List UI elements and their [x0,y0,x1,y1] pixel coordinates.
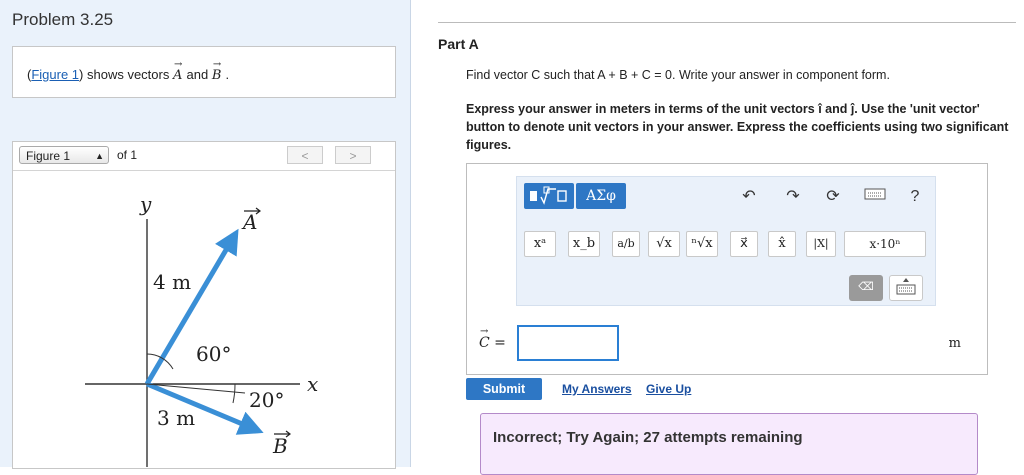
templates-icon [530,186,567,205]
fraction-button[interactable]: a/b [612,231,640,257]
problem-title: Problem 3.25 [12,10,114,29]
figure-panel: Figure 1 ▲ of 1 < > y x A B 4 m 3 m 60° … [12,141,396,469]
problem-statement: (Figure 1) shows vectors → A and → B . [12,46,396,98]
feedback-message: Incorrect; Try Again; 27 attempts remain… [493,429,803,446]
part-divider [438,22,1016,23]
help-button[interactable]: ? [905,187,925,207]
answer-panel: Part A Find vector C such that A + B + C… [410,0,1024,475]
unit-vector-button[interactable]: x̂ [768,231,796,257]
figure-count: of 1 [117,148,138,162]
vector-diagram: y x A B 4 m 3 m 60° 20° [85,192,318,467]
part-label: Part A [438,36,479,52]
give-up-link[interactable]: Give Up [646,382,691,396]
y-axis-label: y [139,192,152,216]
sqrt-button[interactable]: √x [648,231,680,257]
figure-selector[interactable]: Figure 1 ▲ [19,146,109,164]
my-answers-link[interactable]: My Answers [562,382,632,396]
backspace-button[interactable]: ⌫ [849,275,883,301]
vector-button[interactable]: x⃗ [730,231,758,257]
angle-b-arc [232,383,236,404]
vector-b-length: 3 m [157,406,195,430]
vector-a-symbol: → A [172,59,183,83]
unit-label: m [948,336,961,351]
prev-figure-button[interactable]: < [287,146,323,164]
chevron-right-icon: > [349,149,357,163]
angle-b-label: 20° [249,388,284,412]
select-arrows-icon: ▲ [95,151,104,161]
keypad-toggle-button[interactable] [889,275,923,301]
math-toolbar: ΑΣφ ↶ ↷ ⟳ ? xᵃ x_b a/b √x ⁿ√x x⃗ x̂ |X| … [516,176,936,306]
problem-panel: Problem 3.25 (Figure 1) shows vectors → … [0,0,411,469]
abs-value-button[interactable]: |X| [806,231,836,257]
problem-text: (Figure 1) shows vectors → A and → B . [27,59,230,83]
vector-a-length: 4 m [153,270,191,294]
figure-link[interactable]: Figure 1 [31,67,79,82]
undo-icon[interactable]: ↶ [739,187,759,207]
keyboard-icon[interactable] [863,187,887,207]
subscript-button[interactable]: x_b [568,231,600,257]
superscript-button[interactable]: xᵃ [524,231,556,257]
redo-icon[interactable]: ↷ [783,187,803,207]
answer-area: ΑΣφ ↶ ↷ ⟳ ? xᵃ x_b a/b √x ⁿ√x x⃗ x̂ |X| … [466,163,988,375]
feedback-box: Incorrect; Try Again; 27 attempts remain… [480,413,978,475]
vector-b-symbol: → B [211,59,222,83]
nth-root-button[interactable]: ⁿ√x [686,231,718,257]
question-instructions: Express your answer in meters in terms o… [466,102,1009,152]
scientific-notation-button[interactable]: x·10ⁿ [844,231,926,257]
vector-b-label: B [272,434,288,458]
greek-symbols-button[interactable]: ΑΣφ [576,183,626,209]
backspace-icon: ⌫ [858,281,874,293]
angle-a-label: 60° [196,342,231,366]
keypad-icon [896,278,916,295]
next-figure-button[interactable]: > [335,146,371,164]
submit-button[interactable]: Submit [466,378,542,400]
reset-icon[interactable]: ⟳ [823,187,843,207]
templates-button[interactable] [524,183,574,209]
vector-a-label: A [241,210,257,234]
question-text: Find vector C such that A + B + C = 0. W… [466,68,890,82]
chevron-left-icon: < [301,149,309,163]
answer-label: → C = [479,326,506,351]
answer-input[interactable] [517,325,619,361]
x-axis-label: x [307,372,318,396]
